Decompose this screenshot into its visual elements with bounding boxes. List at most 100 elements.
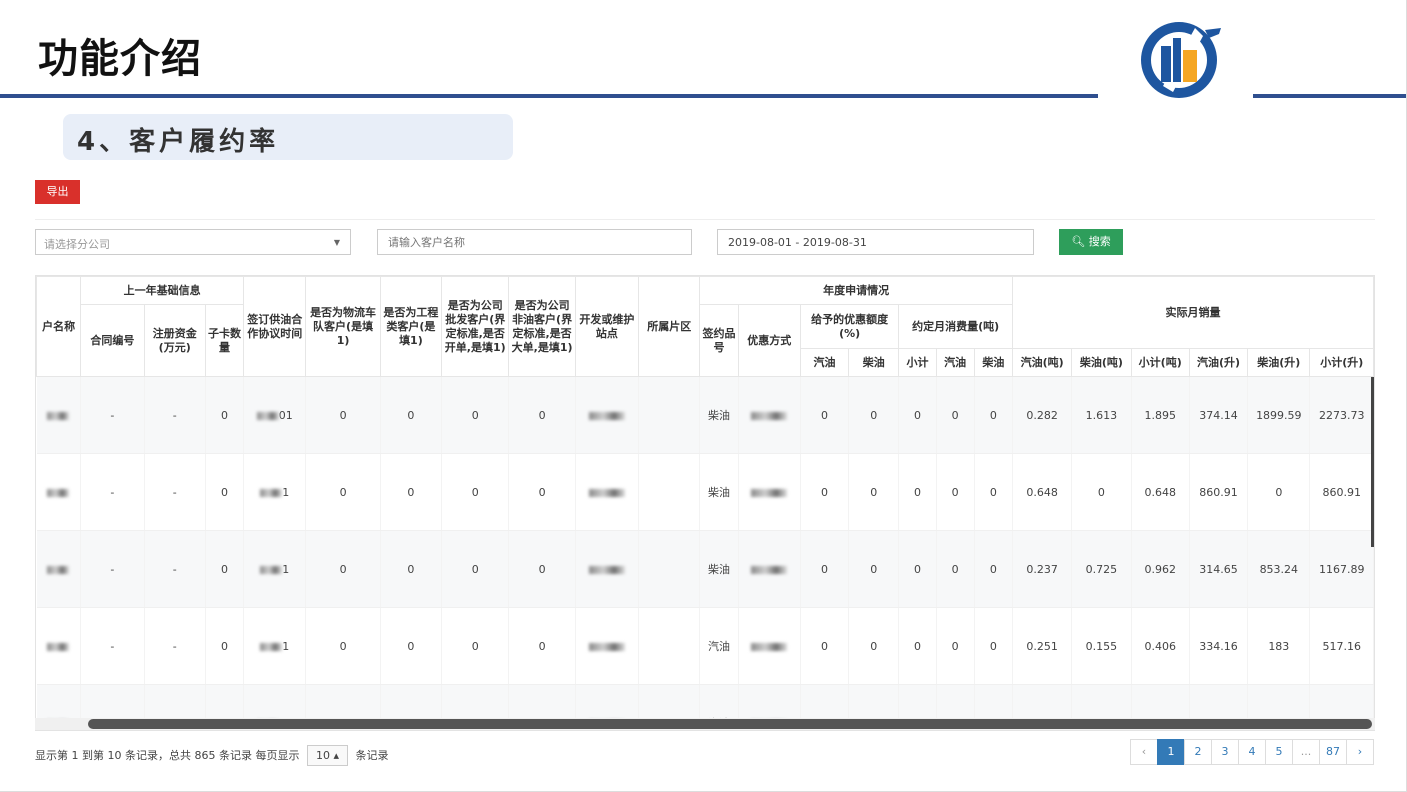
page-size-value: 10 [315, 749, 330, 762]
table-cell-d-gas: 0 [800, 376, 850, 454]
pagination-page[interactable]: 5 [1265, 739, 1293, 765]
redacted-cell [738, 376, 801, 454]
redacted-cell [638, 376, 701, 454]
pagination-prev[interactable]: ‹ [1130, 739, 1158, 765]
table-cell-m-diesel: 0 [974, 530, 1013, 608]
table-cell-wholesale: 0 [441, 453, 510, 531]
table-cell-m-gas: 0 [936, 530, 975, 608]
pagination-page[interactable]: 1 [1157, 739, 1185, 765]
redacted-text [588, 411, 625, 420]
sign-time-suffix: 1 [282, 562, 290, 576]
table-cell-contract: - [80, 376, 145, 454]
table-cell-sub-l: 1167.89 [1309, 530, 1374, 608]
table-cell-gas-t: 0.648 [1012, 453, 1073, 531]
header-station: 开发或维护站点 [574, 276, 640, 377]
pagination-ellipsis: ... [1292, 739, 1320, 765]
redacted-text [47, 565, 70, 574]
chevron-down-icon: ▼ [333, 238, 340, 247]
table-cell-diesel-l: 853.24 [1247, 530, 1311, 608]
redacted-text [260, 565, 283, 574]
redacted-cell [738, 607, 801, 685]
table-cell-sub-l: 860.91 [1309, 453, 1374, 531]
summary-prefix: 显示第 1 到第 10 条记录，总共 865 条记录 每页显示 [35, 749, 300, 762]
redacted-cell [638, 530, 701, 608]
cell-sign-time: 1 [243, 607, 307, 685]
table-cell-logistics: 0 [305, 607, 381, 685]
table-cell-sub-l: 2273.73 [1309, 376, 1374, 454]
table-cell-sub-t: 0.406 [1131, 607, 1190, 685]
header-gas-l: 汽油(升) [1188, 348, 1249, 377]
export-button[interactable]: 导出 [35, 180, 80, 204]
search-button[interactable]: 🔍︎ 搜索 [1059, 229, 1123, 255]
header-reg-capital: 注册资金(万元) [143, 304, 206, 377]
pagination-page[interactable]: 2 [1184, 739, 1212, 765]
table-cell-eng: 0 [380, 607, 443, 685]
customer-name-input[interactable] [377, 229, 692, 255]
pagination-page[interactable]: 4 [1238, 739, 1266, 765]
table-cell-capital: - [144, 530, 206, 608]
table-cell-wholesale: 0 [441, 607, 510, 685]
table-cell-cards: 0 [205, 376, 245, 454]
table-cell-product: 汽油 [699, 607, 739, 685]
section-title: 4、客户履约率 [77, 127, 280, 157]
table-cell-d-gas: 0 [800, 607, 850, 685]
table-cell-diesel-t: 0.725 [1071, 530, 1132, 608]
search-button-label: 搜索 [1088, 235, 1111, 248]
table-cell-contract: - [80, 530, 145, 608]
table-row[interactable]: - -0 1 0 0 0 0 汽油 0 0 0 0 0 0.251 0.155 0.406 334.16 183 5… [36, 607, 1374, 685]
redacted-text [47, 642, 70, 651]
cell-sign-time: 1 [243, 530, 307, 608]
date-range-input[interactable] [717, 229, 1034, 255]
header-sub-t: 小计(吨) [1130, 348, 1190, 377]
table-summary: 显示第 1 到第 10 条记录，总共 865 条记录 每页显示 10 ▴ 条记录 [35, 745, 389, 766]
header-contract-no: 合同编号 [80, 304, 145, 377]
redacted-cell [36, 453, 82, 531]
table-cell-m-gas: 0 [936, 376, 975, 454]
vertical-scrollbar-thumb[interactable] [1371, 377, 1374, 547]
redacted-text [588, 642, 625, 651]
company-select[interactable]: 请选择分公司 ▼ [35, 229, 351, 255]
table-cell-contract: - [80, 607, 145, 685]
cell-sign-time: 01 [243, 376, 307, 454]
redacted-cell [36, 530, 82, 608]
table-cell-m-sub: 0 [898, 453, 937, 531]
redacted-text [588, 488, 625, 497]
header-area: 所属片区 [638, 276, 701, 377]
sign-time-suffix: 01 [278, 408, 293, 422]
pagination-page[interactable]: 87 [1319, 739, 1347, 765]
table-cell-m-diesel: 0 [974, 607, 1013, 685]
table-cell-logistics: 0 [305, 376, 381, 454]
summary-suffix: 条记录 [355, 749, 389, 762]
company-select-placeholder: 请选择分公司 [44, 238, 110, 251]
company-logo [1141, 22, 1221, 98]
pagination-next[interactable]: › [1346, 739, 1374, 765]
redacted-text [751, 642, 788, 651]
header-sub-l: 小计(升) [1309, 348, 1374, 377]
table-row[interactable]: - -0 01 0 0 0 0 柴油 0 0 0 0 0 0.282 1.613 1.895 374.14 189… [36, 376, 1374, 454]
caret-up-icon: ▴ [333, 749, 339, 762]
table-cell-sub-t: 0.962 [1131, 530, 1190, 608]
table-row[interactable]: - -0 1 0 0 0 0 柴油 0 0 0 0 0 0.648 0 0.648 860.91 0 860.91 [36, 453, 1374, 531]
header-d-diesel: 柴油 [848, 348, 900, 377]
sign-time-suffix: 1 [282, 485, 290, 499]
page-size-select[interactable]: 10 ▴ [306, 745, 348, 766]
slide-title: 功能介绍 [38, 36, 202, 82]
table-cell-eng: 0 [380, 453, 443, 531]
table-cell-gas-l: 860.91 [1189, 453, 1249, 531]
redacted-text [751, 565, 788, 574]
redacted-cell [738, 530, 801, 608]
table-cell-d-gas: 0 [800, 530, 850, 608]
table-cell-m-sub: 0 [898, 376, 937, 454]
header-is-logistics: 是否为物流车队客户(是填1) [305, 276, 381, 377]
horizontal-scrollbar-thumb[interactable] [88, 719, 1372, 729]
pagination-page[interactable]: 3 [1211, 739, 1239, 765]
table-row[interactable]: - -0 1 0 0 0 0 柴油 0 0 0 0 0 0.237 0.725 0.962 314.65 853.… [36, 530, 1374, 608]
header-d-gas: 汽油 [799, 348, 850, 377]
table-cell-sub-t: 1.895 [1131, 376, 1190, 454]
table-cell-cards: 0 [205, 453, 245, 531]
table-cell-gas-l: 314.65 [1189, 530, 1249, 608]
redacted-text [751, 488, 788, 497]
table-cell-m-sub: 0 [898, 607, 937, 685]
header-monthly-agreed: 约定月消费量(吨) [898, 304, 1013, 349]
header-prev-year: 上一年基础信息 [80, 276, 245, 305]
